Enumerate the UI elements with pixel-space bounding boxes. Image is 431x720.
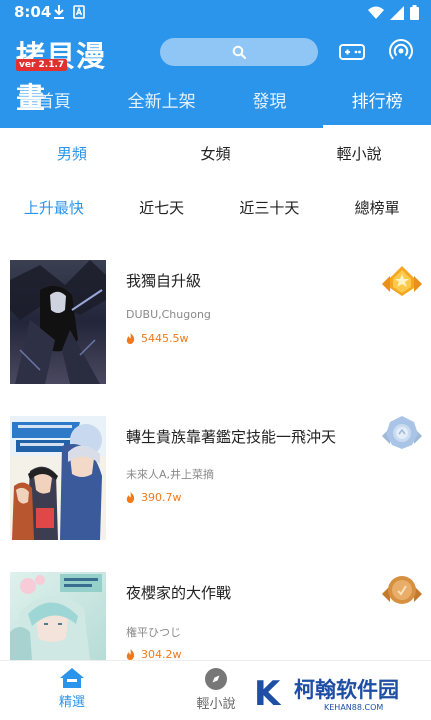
heat-count: 390.7w (126, 491, 182, 504)
broadcast-icon (389, 39, 413, 60)
period-tab-7-days[interactable]: 近七天 (108, 190, 216, 226)
bronze-medal-icon (382, 576, 422, 604)
category-tab-bar: 男頻 女頻 輕小說 (0, 136, 431, 172)
watermark: K 柯翰软件园 KEHAN88.COM (250, 668, 431, 720)
download-icon (54, 5, 64, 19)
comic-author: 権平ひつじ (126, 626, 181, 639)
comic-cover[interactable] (10, 260, 106, 384)
status-system-icons (368, 5, 419, 20)
category-tab-light-novel[interactable]: 輕小說 (287, 136, 431, 172)
period-tab-30-days[interactable]: 近三十天 (216, 190, 324, 226)
heat-value: 5445.5w (141, 332, 189, 345)
main-tab-bar: 首頁 全新上架 發現 排行榜 (0, 80, 431, 128)
fire-icon (126, 492, 135, 503)
version-badge: ver 2.1.7 (16, 59, 68, 71)
tab-rankings[interactable]: 排行榜 (323, 80, 431, 128)
home-icon (60, 668, 84, 688)
gold-medal-icon (382, 266, 422, 296)
comic-title[interactable]: 轉生貴族靠著鑑定技能一飛沖天 (126, 426, 336, 447)
watermark-name: 柯翰软件园 (294, 678, 399, 702)
period-tab-bar: 上升最快 近七天 近三十天 總榜單 (0, 190, 431, 226)
status-bar: 8:04 (0, 0, 431, 26)
gamepad-icon (339, 44, 365, 60)
rank-item[interactable]: 轉生貴族靠著鑑定技能一飛沖天 未來人A,井上菜摘 390.7w (0, 416, 431, 542)
category-tab-male[interactable]: 男頻 (0, 136, 144, 172)
status-time: 8:04 (14, 3, 52, 21)
app-header: 8:04 拷貝漫畫 ver 2.1.7 首頁 全新上架 發現 排行榜 (0, 0, 431, 128)
nav-label: 輕小說 (196, 697, 236, 712)
search-icon (232, 45, 246, 59)
search-bar[interactable] (160, 38, 318, 66)
game-button[interactable] (338, 40, 366, 64)
wifi-icon (368, 6, 384, 19)
fire-icon (126, 333, 135, 344)
rank-item[interactable]: 我獨自升級 DUBU,Chugong 5445.5w (0, 260, 431, 386)
tab-home[interactable]: 首頁 (0, 80, 108, 128)
comic-cover[interactable] (10, 416, 106, 540)
comic-author: DUBU,Chugong (126, 308, 211, 321)
tab-new-releases[interactable]: 全新上架 (108, 80, 216, 128)
heat-count: 5445.5w (126, 332, 189, 345)
heat-value: 390.7w (141, 491, 182, 504)
period-tab-rising[interactable]: 上升最快 (0, 190, 108, 226)
compass-icon (205, 668, 227, 690)
watermark-url: KEHAN88.COM (324, 703, 384, 712)
status-notification-icons (53, 5, 85, 19)
signal-icon (390, 5, 404, 20)
watermark-logo: K (254, 674, 281, 714)
app-notification-icon (73, 5, 85, 19)
comic-title[interactable]: 我獨自升級 (126, 270, 201, 291)
period-tab-all-time[interactable]: 總榜單 (323, 190, 431, 226)
comic-title[interactable]: 夜櫻家的大作戰 (126, 582, 231, 603)
category-tab-female[interactable]: 女頻 (144, 136, 288, 172)
broadcast-button[interactable] (388, 38, 414, 64)
comic-author: 未來人A,井上菜摘 (126, 468, 215, 481)
app-logo: 拷貝漫畫 ver 2.1.7 (16, 33, 134, 115)
nav-label: 精選 (58, 695, 85, 710)
nav-featured[interactable]: 精選 (32, 667, 112, 710)
silver-medal-icon (382, 416, 422, 449)
tab-discover[interactable]: 發現 (216, 80, 324, 128)
nav-light-novel[interactable]: 輕小說 (176, 667, 256, 712)
battery-icon (410, 5, 419, 20)
fire-icon (126, 649, 135, 660)
comic-cover[interactable] (10, 572, 106, 660)
